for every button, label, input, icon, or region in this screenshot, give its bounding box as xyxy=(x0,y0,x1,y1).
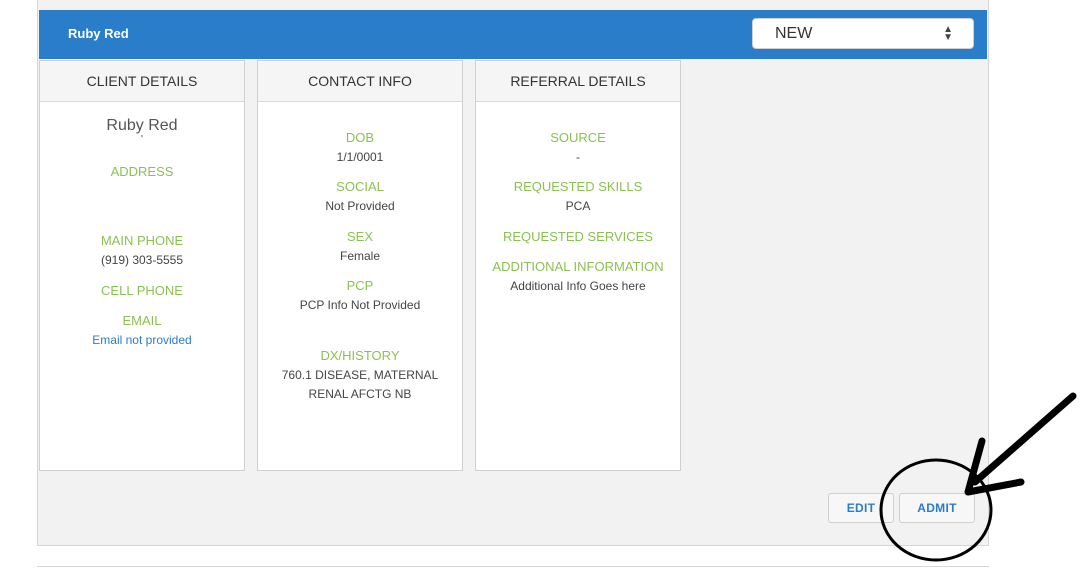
admit-button[interactable]: ADMIT xyxy=(899,493,975,523)
dob-value: 1/1/0001 xyxy=(336,150,384,164)
contact-info-header: CONTACT INFO xyxy=(258,61,462,102)
main-phone-value: (919) 303-5555 xyxy=(100,253,184,267)
sex-value: Female xyxy=(339,249,380,263)
dx-history-line1: 760.1 DISEASE, MATERNAL xyxy=(281,368,439,382)
pcp-label: PCP xyxy=(346,278,374,293)
source-label: SOURCE xyxy=(550,130,606,145)
social-value: Not Provided xyxy=(325,199,395,213)
referral-details-card: REFERRAL DETAILS SOURCE - REQUESTED SKIL… xyxy=(475,60,681,471)
next-panel-edge xyxy=(37,566,989,576)
main-phone-label: MAIN PHONE xyxy=(100,233,184,248)
referral-details-header: REFERRAL DETAILS xyxy=(476,61,680,102)
client-name: Ruby Red xyxy=(68,26,129,41)
dob-label: DOB xyxy=(345,130,375,145)
additional-information-label: ADDITIONAL INFORMATION xyxy=(492,259,664,274)
requested-skills-value: PCA xyxy=(565,199,591,213)
contact-info-card: CONTACT INFO DOB 1/1/0001 SOCIAL Not Pro… xyxy=(257,60,463,471)
email-link[interactable]: Email not provided xyxy=(40,333,244,347)
client-details-header: CLIENT DETAILS xyxy=(40,61,244,102)
address-label: ADDRESS xyxy=(110,164,174,179)
sex-label: SEX xyxy=(346,229,373,244)
edit-button[interactable]: EDIT xyxy=(828,493,894,523)
status-select[interactable]: NEW ▲ ▼ xyxy=(752,18,974,49)
email-label: EMAIL xyxy=(122,313,162,328)
arrow-shaft xyxy=(971,392,1077,486)
client-header-bar: Ruby Red NEW ▲ ▼ xyxy=(39,10,987,59)
status-select-value: NEW xyxy=(775,24,813,42)
pcp-value: PCP Info Not Provided xyxy=(299,298,421,312)
client-details-name-sub: ' xyxy=(141,134,143,145)
requested-skills-label: REQUESTED SKILLS xyxy=(513,179,643,194)
social-label: SOCIAL xyxy=(336,179,384,194)
dx-history-line2: RENAL AFCTG NB xyxy=(308,387,412,401)
source-value: - xyxy=(576,150,580,164)
client-details-card: CLIENT DETAILS Ruby Red ' ADDRESS MAIN P… xyxy=(39,60,245,471)
client-details-name: Ruby Red xyxy=(106,117,178,134)
cell-phone-label: CELL PHONE xyxy=(101,283,183,298)
additional-information-value: Additional Info Goes here xyxy=(510,279,646,293)
requested-services-label: REQUESTED SERVICES xyxy=(502,229,654,244)
select-arrows-icon: ▲ ▼ xyxy=(943,24,953,43)
dx-history-label: DX/HISTORY xyxy=(320,348,400,363)
